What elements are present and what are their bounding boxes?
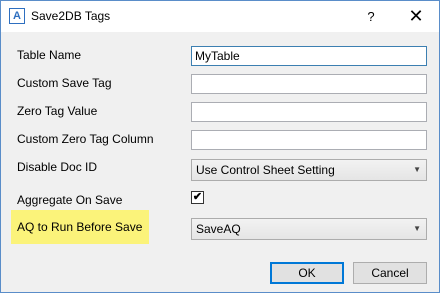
title-bar: A Save2DB Tags ? ✕ (1, 1, 439, 32)
disable-doc-id-label: Disable Doc ID (17, 160, 98, 174)
ok-button[interactable]: OK (270, 262, 344, 284)
aq-to-run-value: SaveAQ (196, 222, 241, 236)
disable-doc-id-value: Use Control Sheet Setting (196, 163, 335, 177)
custom-zero-tag-column-input[interactable] (191, 130, 427, 150)
save2db-tags-dialog: A Save2DB Tags ? ✕ Table Name Custom Sav… (0, 0, 440, 293)
disable-doc-id-select[interactable]: Use Control Sheet Setting ▼ (191, 159, 427, 181)
close-button[interactable]: ✕ (393, 1, 439, 32)
checkmark-icon: ✔ (192, 191, 203, 203)
aq-to-run-before-save-select[interactable]: SaveAQ ▼ (191, 218, 427, 240)
custom-save-tag-input[interactable] (191, 74, 427, 94)
table-name-input[interactable] (191, 46, 427, 66)
chevron-down-icon: ▼ (413, 165, 421, 174)
chevron-down-icon: ▼ (413, 224, 421, 233)
cancel-button[interactable]: Cancel (353, 262, 427, 284)
table-name-label: Table Name (17, 48, 82, 62)
zero-tag-value-label: Zero Tag Value (17, 104, 98, 118)
app-icon: A (9, 8, 25, 24)
custom-save-tag-label: Custom Save Tag (17, 76, 112, 90)
help-button[interactable]: ? (348, 1, 394, 32)
aggregate-on-save-label: Aggregate On Save (17, 193, 123, 207)
window-title: Save2DB Tags (31, 9, 111, 23)
aq-to-run-before-save-label: AQ to Run Before Save (17, 220, 143, 234)
custom-zero-tag-column-label: Custom Zero Tag Column (17, 132, 154, 146)
aggregate-on-save-checkbox[interactable]: ✔ (191, 191, 204, 204)
zero-tag-value-input[interactable] (191, 102, 427, 122)
